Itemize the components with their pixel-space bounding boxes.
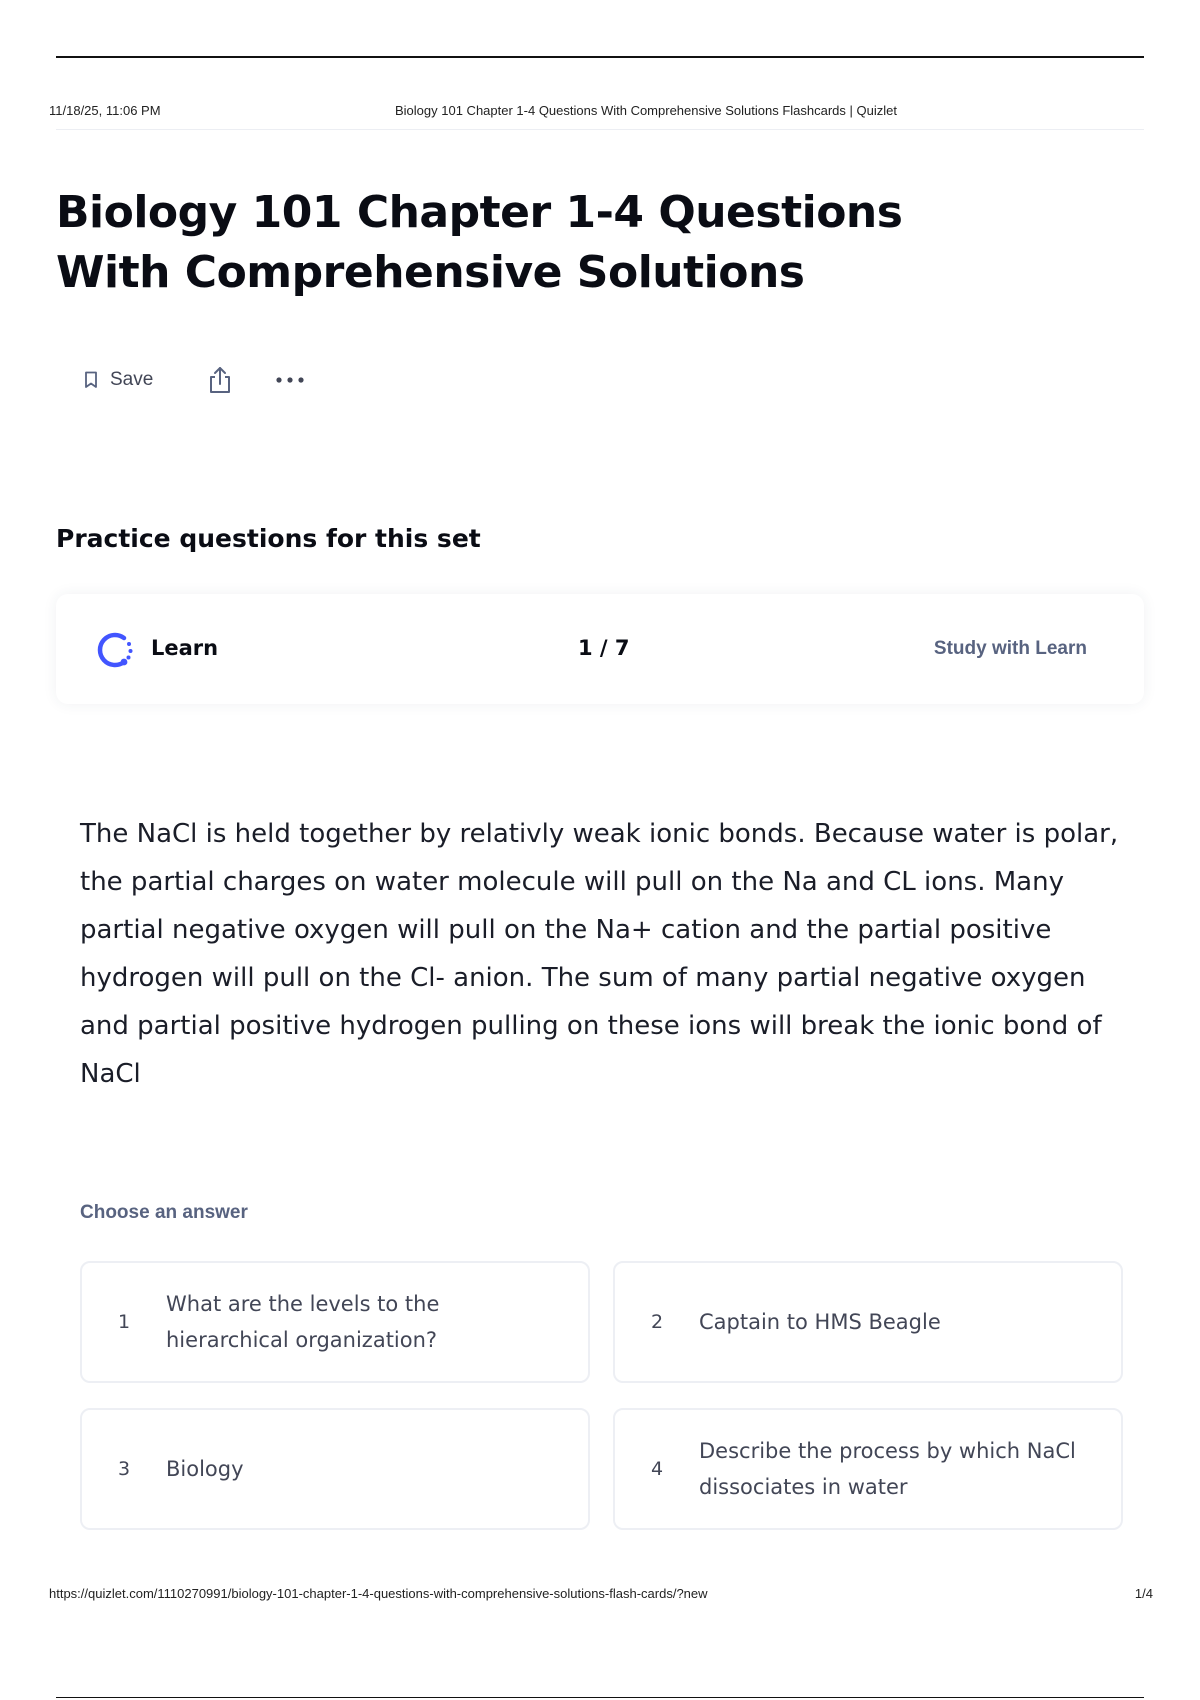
answer-text: Describe the process by which NaCl disso… <box>699 1439 1076 1499</box>
choose-answer-label: Choose an answer <box>80 1202 248 1223</box>
page-bottom-rule <box>56 1697 1144 1698</box>
answer-option-1[interactable]: 1 What are the levels to the hierarchica… <box>80 1261 590 1383</box>
print-footer: https://quizlet.com/1110270991/biology-1… <box>49 1586 1153 1604</box>
study-with-learn-link[interactable]: Study with Learn <box>934 638 1087 660</box>
answer-text: What are the levels to the hierarchical … <box>166 1292 440 1352</box>
answer-number: 3 <box>118 1458 131 1480</box>
save-button[interactable]: Save <box>84 369 153 391</box>
answer-option-3[interactable]: 3 Biology <box>80 1408 590 1530</box>
save-label: Save <box>110 369 154 390</box>
learn-mode-bar: Learn 1 / 7 Study with Learn <box>56 594 1144 704</box>
question-progress: 1 / 7 <box>578 636 630 660</box>
print-page-number: 1/4 <box>1134 1586 1153 1601</box>
answer-text: Captain to HMS Beagle <box>699 1310 941 1334</box>
practice-heading: Practice questions for this set <box>56 524 481 553</box>
answer-text: Biology <box>166 1457 244 1481</box>
more-options-button[interactable] <box>273 364 307 396</box>
question-definition: The NaCl is held together by relativly w… <box>80 819 1119 1089</box>
share-button[interactable] <box>205 364 235 396</box>
set-actions: Save <box>84 362 307 398</box>
share-icon <box>210 367 231 393</box>
learn-progress-icon <box>97 632 133 668</box>
print-url: https://quizlet.com/1110270991/biology-1… <box>49 1586 708 1601</box>
answer-number: 2 <box>651 1311 664 1333</box>
header-divider <box>56 129 1144 130</box>
page-title: Biology 101 Chapter 1-4 Questions With C… <box>56 187 903 298</box>
answer-option-2[interactable]: 2 Captain to HMS Beagle <box>613 1261 1123 1383</box>
print-header: 11/18/25, 11:06 PM Biology 101 Chapter 1… <box>49 103 1151 121</box>
print-document-title: Biology 101 Chapter 1-4 Questions With C… <box>395 103 897 118</box>
bookmark-icon <box>85 371 97 388</box>
print-datetime: 11/18/25, 11:06 PM <box>49 103 161 118</box>
answer-option-4[interactable]: 4 Describe the process by which NaCl dis… <box>613 1408 1123 1530</box>
answer-number: 4 <box>651 1458 664 1480</box>
more-icon <box>276 377 304 383</box>
answer-number: 1 <box>118 1311 131 1333</box>
learn-label: Learn <box>151 636 219 660</box>
page-top-rule <box>56 56 1144 58</box>
